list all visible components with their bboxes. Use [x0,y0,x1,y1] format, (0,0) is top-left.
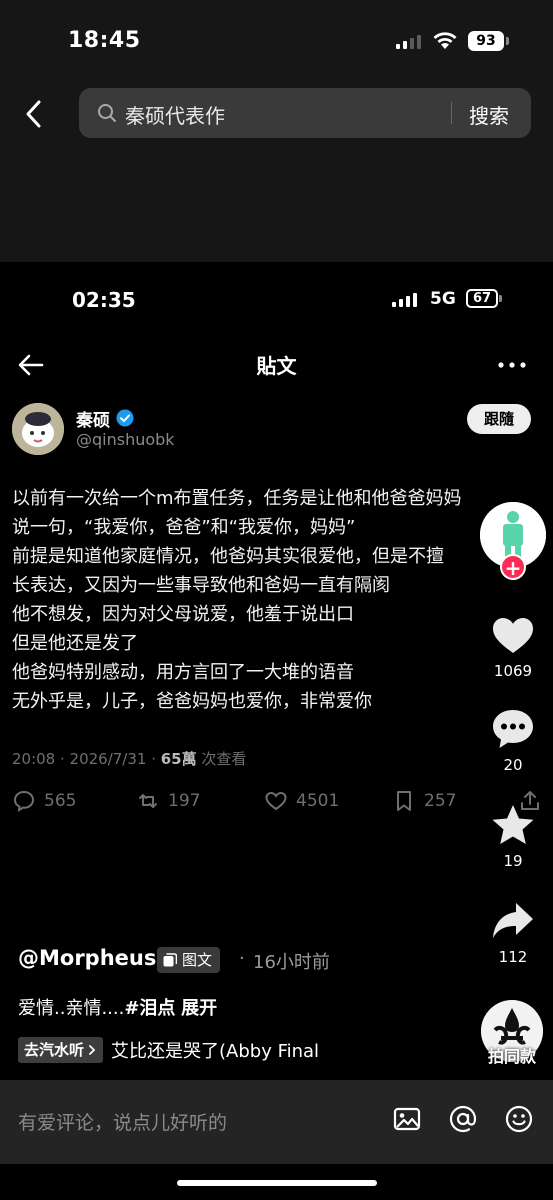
heart-outline-icon [265,791,287,811]
same-style-label[interactable]: 拍同款 [478,1043,546,1067]
share-rail-count: 112 [498,948,528,966]
wifi-icon [433,32,457,49]
search-icon [98,104,116,122]
post-line: 他不想发，因为对父母说爱，他羞于说出口 [12,604,354,625]
post-body: 以前有一次给一个m布置任务，任务是让他和他爸爸妈妈 说一句，“我爱你，爸爸”和“… [12,484,522,716]
back-arrow-icon[interactable] [22,98,46,130]
favorite-rail-button[interactable]: 19 [478,802,548,870]
caption-separator: · [239,948,245,969]
like-action: 4501 [264,786,339,816]
post-meta: 20:08 · 2026/7/31 · 65萬 次查看 [12,748,246,769]
caption-description: 爱情..亲情....#泪点 展开 [18,994,217,1020]
comment-bar: 有爱评论，说点儿好听的 [0,1080,553,1164]
mention-icon[interactable] [448,1104,478,1134]
image-icon[interactable] [392,1104,422,1134]
cellular-signal-icon [396,33,421,49]
author-handle: @qinshuobk [76,430,175,449]
view-label: 次查看 [196,750,247,768]
like-count: 4501 [296,791,340,811]
music-title: 艾比还是哭了(Abby Final [111,1041,320,1062]
retweet-action: 197 [136,786,200,816]
home-indicator [177,1180,377,1186]
star-icon [492,805,534,844]
emoji-icon[interactable] [504,1104,534,1134]
caption-time: 16小时前 [253,952,330,973]
music-tag-label: 去汽水听 [24,1041,85,1059]
post-line: 长表达，又因为一些事导致他和爸妈一直有隔阂 [12,575,390,596]
search-button[interactable]: 搜索 [469,100,509,129]
follow-button: 跟隨 [467,404,531,434]
photo-stack-icon [163,953,177,967]
caption-expand[interactable]: 展开 [181,998,217,1019]
post-screenshot[interactable]: 02:35 5G 67 貼文 秦硕 @qinshuobk 跟隨 以前有一次给一个… [0,262,553,1200]
post-line: 他爸妈特别感动，用方言回了一大堆的语音 [12,662,354,683]
like-rail-button[interactable]: 1069 [478,612,548,680]
post-actions: 565 197 4501 257 [12,786,542,816]
post-line: 但是他还是发了 [12,633,138,654]
bookmark-count: 257 [424,791,457,811]
comment-rail-count: 20 [503,756,523,774]
caption-username[interactable]: @Morpheus [18,946,156,970]
reply-count: 565 [44,791,77,811]
post-line: 以前有一次给一个m布置任务，任务是让他和他爸爸妈妈 [12,488,462,509]
reply-icon [13,790,35,812]
more-icon [498,362,526,368]
caption-text: 爱情..亲情.... [18,998,125,1019]
comment-icon [493,710,533,748]
search-divider [451,102,452,124]
search-input[interactable]: 秦硕代表作 [125,100,225,129]
image-post-tag: 图文 [157,947,221,973]
network-label: 5G [430,289,456,309]
outer-status-bar: 18:45 93 [0,0,553,80]
image-post-label: 图文 [182,951,213,969]
post-header-title: 貼文 [256,354,297,378]
comment-input[interactable]: 有爱评论，说点儿好听的 [18,1108,227,1135]
follow-plus-button[interactable]: + [500,554,526,580]
like-rail-count: 1069 [493,662,533,680]
post-line: 前提是知道他家庭情况，他爸妈其实很爱他，但是不擅 [12,546,444,567]
bookmark-icon [397,791,411,811]
inner-signal-icon [392,292,417,307]
heart-icon [493,618,533,653]
bookmark-action: 257 [392,786,456,816]
retweet-icon [139,794,157,808]
view-count: 65萬 [160,750,197,768]
share-arrow-icon [493,903,533,938]
retweet-count: 197 [168,791,201,811]
battery-icon: 93 [468,31,509,51]
share-rail-button[interactable]: 112 [478,898,548,966]
chevron-right-icon [89,1045,96,1055]
post-timestamp: 20:08 · 2026/7/31 · [12,750,161,768]
post-line: 说一句，“我爱你，爸爸”和“我爱你，妈妈” [12,517,356,538]
caption-hashtag[interactable]: #泪点 [124,998,175,1019]
favorite-rail-count: 19 [503,852,523,870]
music-row[interactable]: 去汽水听 艾比还是哭了(Abby Final [18,1037,336,1063]
reply-action: 565 [12,786,76,816]
author-name: 秦硕 [76,411,110,431]
inner-battery-icon: 67 [466,289,502,308]
author-avatar [12,403,64,455]
comment-rail-button[interactable]: 20 [478,706,548,774]
inner-status-time: 02:35 [72,288,136,312]
music-app-tag[interactable]: 去汽水听 [18,1037,104,1063]
status-time: 18:45 [68,28,141,53]
verified-badge-icon [116,409,134,427]
search-bar[interactable]: 秦硕代表作 搜索 [79,88,531,138]
post-line: 无外乎是，儿子，爸爸妈妈也爱你，非常爱你 [12,691,372,712]
